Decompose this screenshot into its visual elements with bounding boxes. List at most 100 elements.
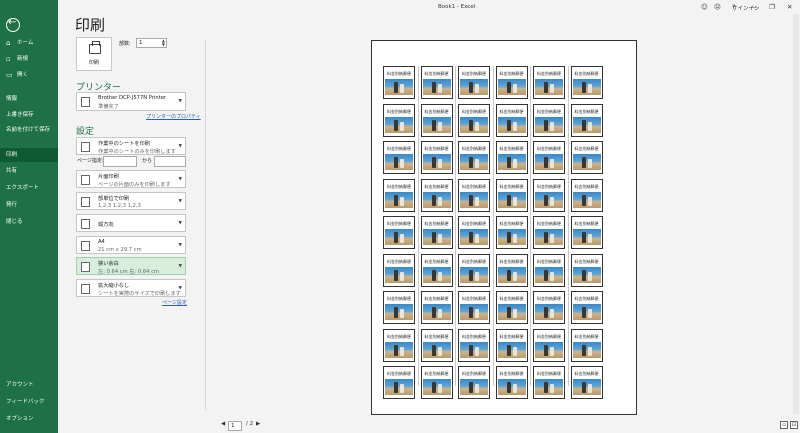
label-cell: 料金別納郵便 — [533, 253, 565, 287]
page-from-input[interactable] — [103, 156, 137, 167]
label-cell: 料金別納郵便 — [420, 366, 453, 399]
printer-name: Brother DCP-J577N Printer — [98, 95, 167, 101]
orientation-dropdown[interactable]: 縦方向 ▼ — [76, 214, 186, 232]
label-cell: 料金別納郵便 — [495, 366, 528, 399]
smiley-icon[interactable]: ☺ — [701, 3, 708, 11]
label-caption: 料金別納郵便 — [462, 146, 486, 151]
zoom-to-page-icon[interactable]: ⊡ — [790, 421, 798, 429]
label-caption: 料金別納郵便 — [499, 296, 524, 301]
label-photo — [422, 154, 451, 170]
label-caption: 料金別納郵便 — [387, 108, 411, 114]
sidebar-item-info[interactable]: 情報 — [0, 96, 58, 103]
sidebar-item-save[interactable]: 上書き保存 — [0, 112, 58, 119]
sidebar-item-close[interactable]: 閉じる — [0, 219, 58, 226]
duplex-dropdown[interactable]: 片面印刷 ページの片面のみを印刷します ▼ — [76, 170, 186, 188]
minimize-icon[interactable]: — — [751, 3, 758, 11]
label-photo — [497, 266, 526, 283]
label-photo — [460, 191, 488, 208]
label-caption: 料金別納郵便 — [462, 258, 486, 264]
help-icon[interactable]: ? — [732, 3, 735, 11]
label-caption: 料金別納郵便 — [574, 221, 599, 226]
print-scope-dropdown[interactable]: 作業中のシートを印刷 作業中のシートのみを印刷します ▼ — [76, 137, 186, 155]
sidebar-item-home[interactable]: ⌂ ホーム — [0, 40, 58, 47]
sidebar-item-export[interactable]: エクスポート — [0, 185, 58, 192]
sidebar-item-account[interactable]: アカウント — [0, 382, 58, 389]
label-cell: 料金別納郵便 — [533, 178, 565, 212]
label-photo — [497, 116, 526, 133]
show-margins-icon[interactable]: ▫ — [780, 421, 788, 429]
label-caption: 料金別納郵便 — [387, 221, 411, 226]
label-caption: 料金別納郵便 — [424, 71, 449, 76]
label-photo — [385, 116, 413, 133]
paper-size-dropdown[interactable]: A4 21 cm x 29.7 cm ▼ — [76, 236, 186, 254]
scaling-dropdown[interactable]: 拡大縮小なし シートを実際のサイズで印刷します ▼ — [76, 279, 186, 297]
page-setup-link[interactable]: ページ設定 — [162, 299, 187, 306]
setting-desc: 作業中のシートのみを印刷します — [98, 149, 176, 155]
page-range-label: ページ指定: — [77, 158, 104, 164]
label-caption: 料金別納郵便 — [499, 183, 524, 189]
printer-icon — [89, 41, 101, 54]
label-photo — [460, 341, 488, 358]
back-icon[interactable] — [6, 17, 20, 32]
restore-icon[interactable]: ❐ — [769, 3, 775, 11]
label-photo — [422, 79, 451, 95]
sidebar-item-share[interactable]: 共有 — [0, 168, 58, 175]
spinner-icon[interactable]: ▲ ▼ — [162, 39, 165, 47]
sidebar-item-print[interactable]: 印刷 — [0, 148, 58, 162]
sidebar-item-save-as[interactable]: 名前を付けて保存 — [0, 127, 56, 134]
label-photo — [385, 229, 413, 245]
copies-value: 1 — [139, 40, 143, 46]
label-photo — [535, 341, 563, 358]
sidebar-item-feedback[interactable]: フィードバック — [0, 399, 58, 406]
label-cell: 料金別納郵便 — [570, 366, 603, 399]
label-caption: 料金別納郵便 — [499, 221, 524, 226]
label-cell: 料金別納郵便 — [495, 141, 528, 174]
print-button[interactable]: 印刷 — [76, 37, 112, 71]
label-cell: 料金別納郵便 — [533, 328, 565, 362]
label-cell: 料金別納郵便 — [570, 253, 603, 287]
close-icon[interactable]: ✕ — [787, 3, 792, 11]
gridline — [492, 66, 494, 386]
label-cell: 料金別納郵便 — [383, 328, 415, 362]
printer-dropdown[interactable]: Brother DCP-J577N Printer 準備完了 ▼ — [76, 92, 186, 111]
setting-title: 狭い余白 — [98, 261, 119, 267]
frown-icon[interactable]: ☹ — [714, 3, 721, 11]
copies-input[interactable]: 1 ▲ ▼ — [136, 38, 167, 48]
sidebar-item-publish[interactable]: 発行 — [0, 202, 58, 209]
collate-dropdown[interactable]: 部単位で印刷 1,2,3 1,2,3 1,2,3 ▼ — [76, 192, 186, 210]
label-cell: 料金別納郵便 — [570, 178, 603, 212]
label-caption: 料金別納郵便 — [499, 108, 524, 114]
label-photo — [385, 154, 413, 170]
sidebar-item-label: 開く — [17, 72, 29, 78]
label-caption: 料金別納郵便 — [387, 333, 411, 339]
label-caption: 料金別納郵便 — [574, 258, 599, 264]
label-caption: 料金別納郵便 — [387, 71, 411, 76]
margins-dropdown[interactable]: 狭い余白 左: 0.64 cm 右: 0.64 cm ▼ — [76, 257, 186, 275]
sidebar-item-label: 上書き保存 — [6, 112, 34, 118]
sidebar-item-options[interactable]: オプション — [0, 416, 58, 423]
label-photo — [422, 229, 451, 245]
setting-title: 片面印刷 — [98, 174, 119, 180]
page-number-input[interactable]: 1 — [228, 421, 242, 431]
sidebar-item-new[interactable]: ▫ 新規 — [0, 56, 58, 63]
label-photo — [460, 304, 488, 320]
label-photo — [535, 229, 563, 245]
label-photo — [535, 79, 563, 95]
vertical-scrollbar[interactable] — [793, 14, 799, 414]
setting-desc: 左: 0.64 cm 右: 0.64 cm — [98, 269, 160, 275]
label-cell: 料金別納郵便 — [533, 216, 565, 249]
printer-status: 準備完了 — [98, 104, 119, 110]
label-caption: 料金別納郵便 — [537, 221, 561, 226]
chevron-down-icon: ▼ — [178, 199, 182, 204]
setting-desc: ページの片面のみを印刷します — [98, 182, 171, 188]
label-cell: 料金別納郵便 — [458, 291, 490, 324]
label-cell: 料金別納郵便 — [458, 178, 490, 212]
label-caption: 料金別納郵便 — [462, 221, 486, 226]
label-caption: 料金別納郵便 — [537, 71, 561, 76]
printer-properties-link[interactable]: プリンターのプロパティ — [146, 113, 201, 120]
copies-label: 部数: — [119, 41, 131, 47]
sidebar-item-open[interactable]: ▭ 開く — [0, 72, 58, 79]
page-to-input[interactable] — [154, 156, 186, 167]
prev-page-icon[interactable]: ◀ — [221, 421, 225, 427]
next-page-icon[interactable]: ▶ — [256, 421, 260, 427]
